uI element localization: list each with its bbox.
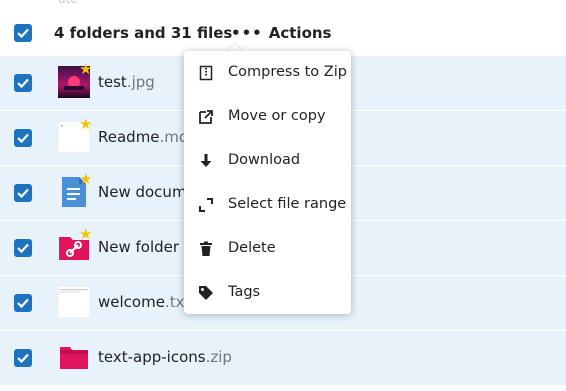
menu-item-compress[interactable]: Compress to Zip bbox=[184, 51, 351, 95]
file-name[interactable]: Readme.md bbox=[98, 128, 188, 146]
row-checkbox[interactable] bbox=[14, 349, 32, 367]
select-all-checkbox[interactable] bbox=[14, 24, 32, 42]
menu-item-label: Select file range bbox=[228, 196, 347, 212]
row-checkbox[interactable] bbox=[14, 184, 32, 202]
menu-item-label: Tags bbox=[228, 284, 261, 300]
menu-item-download[interactable]: Download bbox=[184, 139, 351, 183]
file-name[interactable]: text-app-icons.zip bbox=[98, 348, 232, 366]
row-checkbox[interactable] bbox=[14, 129, 32, 147]
favorite-star-icon[interactable]: ★ bbox=[79, 227, 92, 242]
menu-item-label: Compress to Zip bbox=[228, 64, 347, 80]
row-checkbox[interactable] bbox=[14, 294, 32, 312]
table-row[interactable]: text-app-icons.zip bbox=[0, 331, 566, 386]
checkmark-icon bbox=[17, 353, 29, 364]
download-icon bbox=[200, 154, 212, 167]
checkmark-icon bbox=[17, 298, 29, 309]
favorite-star-icon[interactable]: ★ bbox=[79, 117, 92, 132]
pink-folder-icon bbox=[60, 347, 88, 369]
actions-button[interactable]: ••• Actions bbox=[231, 24, 332, 42]
actions-label: Actions bbox=[268, 24, 332, 42]
tag-icon bbox=[199, 286, 213, 300]
partial-row-text: ute bbox=[58, 0, 78, 6]
menu-item-label: Move or copy bbox=[228, 108, 326, 124]
actions-menu: Compress to Zip Move or copy Download Se… bbox=[184, 51, 351, 314]
trash-icon bbox=[200, 241, 212, 256]
file-name[interactable]: test.jpg bbox=[98, 73, 155, 91]
menu-item-delete[interactable]: Delete bbox=[184, 227, 351, 271]
file-name[interactable]: New docume bbox=[98, 183, 196, 201]
menu-item-label: Delete bbox=[228, 240, 276, 256]
more-dots-icon: ••• bbox=[231, 24, 263, 42]
move-icon bbox=[199, 110, 213, 124]
row-checkbox[interactable] bbox=[14, 74, 32, 92]
favorite-star-icon[interactable]: ★ bbox=[79, 62, 92, 77]
menu-item-label: Download bbox=[228, 152, 301, 168]
checkmark-icon bbox=[17, 243, 29, 254]
file-list-header: 4 folders and 31 files ••• Actions bbox=[0, 10, 566, 56]
text-file-icon bbox=[58, 286, 90, 318]
checkmark-icon bbox=[17, 78, 29, 89]
checkmark-icon bbox=[17, 188, 29, 199]
menu-item-select-range[interactable]: Select file range bbox=[184, 183, 351, 227]
file-name[interactable]: New folder ( bbox=[98, 238, 190, 256]
favorite-star-icon[interactable]: ★ bbox=[79, 172, 92, 187]
menu-item-move-copy[interactable]: Move or copy bbox=[184, 95, 351, 139]
select-range-icon bbox=[199, 198, 213, 212]
checkmark-icon bbox=[17, 28, 29, 39]
checkmark-icon bbox=[17, 133, 29, 144]
menu-item-tags[interactable]: Tags bbox=[184, 271, 351, 315]
file-name[interactable]: welcome.txt bbox=[98, 293, 190, 311]
selection-summary: 4 folders and 31 files bbox=[54, 24, 233, 42]
row-checkbox[interactable] bbox=[14, 239, 32, 257]
zip-icon bbox=[199, 65, 213, 81]
